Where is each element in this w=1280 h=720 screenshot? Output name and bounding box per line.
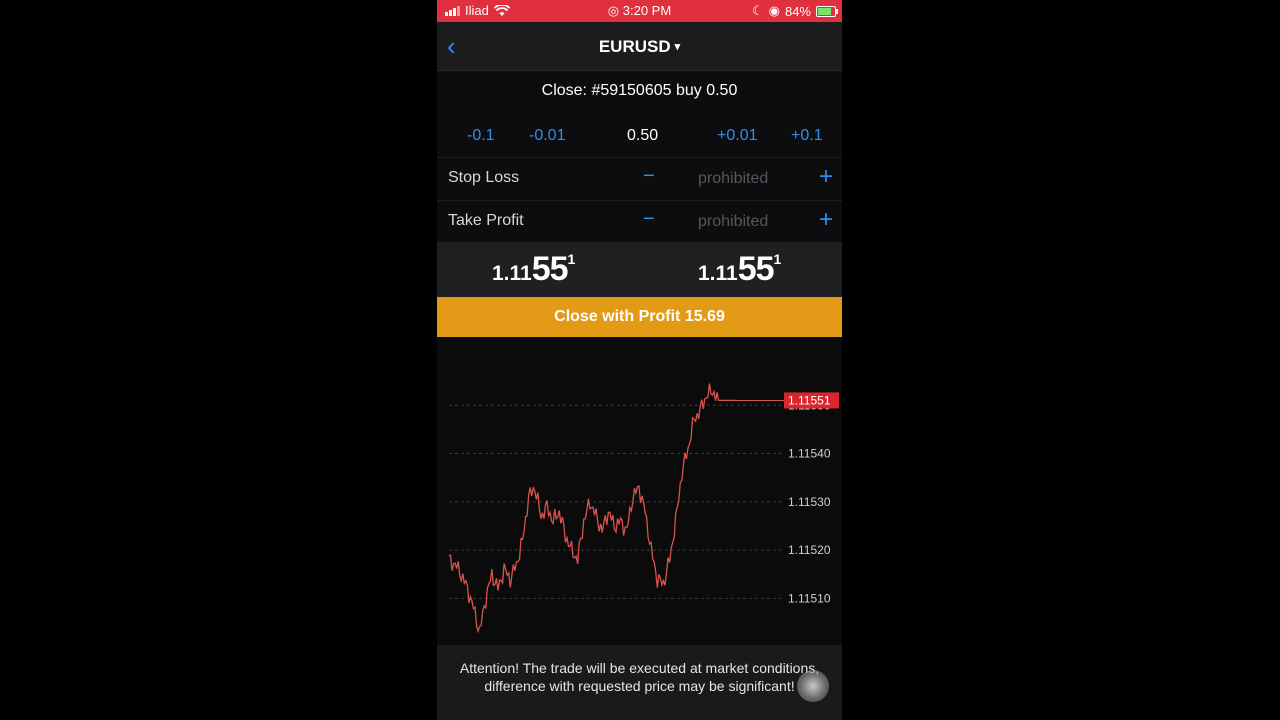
take-profit-minus-button[interactable]: − <box>643 208 655 231</box>
moon-icon: ☾ <box>751 3 764 18</box>
phone-screen: Iliad ◎ 3:20 PM ☾ ◉ 84% ‹ EURUSD ▾ Close:… <box>437 0 842 720</box>
bid-price-prefix: 1.11 <box>492 262 532 285</box>
volume-row: -0.1 -0.01 0.50 +0.01 +0.1 <box>437 115 842 157</box>
volume-minus-big-button[interactable]: -0.1 <box>467 127 495 145</box>
stop-loss-field[interactable]: prohibited <box>698 170 768 188</box>
close-with-profit-button[interactable]: Close with Profit 15.69 <box>437 297 842 337</box>
ask-price-prefix: 1.11 <box>698 262 738 285</box>
current-price-label: 1.11551 <box>788 393 831 407</box>
symbol-selector[interactable]: EURUSD ▾ <box>437 37 842 57</box>
volume-value[interactable]: 0.50 <box>627 127 658 145</box>
alarm-icon: ◎ <box>607 3 620 18</box>
volume-minus-small-button[interactable]: -0.01 <box>529 127 565 145</box>
ask-price-pips: 55 <box>737 250 775 288</box>
status-time: 3:20 PM <box>622 3 672 18</box>
take-profit-plus-button[interactable]: + <box>819 206 833 234</box>
take-profit-label: Take Profit <box>448 212 524 229</box>
status-bar: Iliad ◎ 3:20 PM ☾ ◉ 84% <box>437 0 842 22</box>
stop-loss-label: Stop Loss <box>448 169 520 186</box>
price-panel: 1.11551 1.11551 <box>437 242 842 297</box>
stop-loss-minus-button[interactable]: − <box>643 165 655 188</box>
chart-y-tick-label: 1.11520 <box>788 543 831 557</box>
bid-price-pips: 55 <box>531 250 569 288</box>
volume-plus-big-button[interactable]: +0.1 <box>791 127 823 145</box>
price-chart-svg: 1.115501.115401.115301.115201.115101.115… <box>448 383 839 634</box>
price-chart: 1.115501.115401.115301.115201.115101.115… <box>437 337 842 645</box>
bid-price: 1.11551 <box>492 250 575 289</box>
stop-loss-row: Stop Loss − prohibited + <box>437 157 842 200</box>
order-close-title: Close: #59150605 buy 0.50 <box>541 82 738 99</box>
symbol-title: EURUSD <box>598 37 671 56</box>
ask-price-fraction: 1 <box>773 251 782 267</box>
attention-message: Attention! The trade will be executed at… <box>437 645 842 720</box>
stop-loss-plus-button[interactable]: + <box>819 163 833 191</box>
chart-y-tick-label: 1.11530 <box>788 495 831 509</box>
chart-y-tick-label: 1.11510 <box>788 591 831 605</box>
bid-price-fraction: 1 <box>567 251 576 267</box>
nav-bar: ‹ EURUSD ▾ <box>437 22 842 71</box>
take-profit-row: Take Profit − prohibited + <box>437 200 842 243</box>
battery-percent: 84% <box>784 3 811 19</box>
take-profit-field[interactable]: prohibited <box>698 213 768 231</box>
volume-plus-small-button[interactable]: +0.01 <box>717 127 757 145</box>
rotation-lock-icon: ◉ <box>768 3 780 18</box>
ask-price: 1.11551 <box>698 250 781 289</box>
dropdown-arrow-icon: ▾ <box>674 41 681 53</box>
battery-icon <box>816 5 838 17</box>
chart-y-tick-label: 1.11540 <box>788 447 831 461</box>
assistive-touch-button[interactable] <box>797 670 829 702</box>
price-series-line <box>448 383 737 634</box>
